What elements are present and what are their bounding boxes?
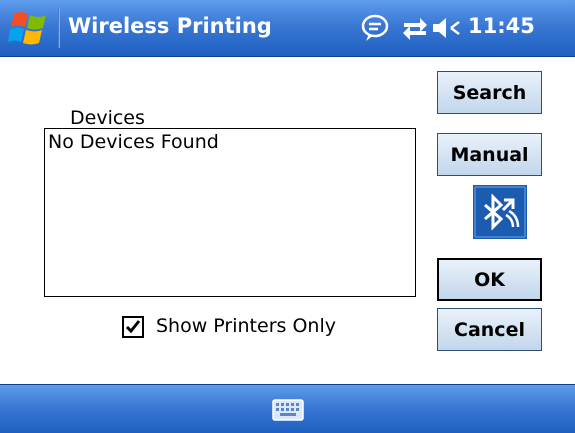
devices-label: Devices: [70, 107, 145, 129]
checkmark-icon: [125, 320, 141, 334]
title-separator: [58, 8, 60, 48]
ok-button[interactable]: OK: [437, 258, 542, 301]
connectivity-arrows-icon[interactable]: [400, 13, 430, 43]
clock[interactable]: 11:45: [468, 14, 535, 38]
bluetooth-icon[interactable]: [473, 185, 527, 239]
manual-button[interactable]: Manual: [437, 133, 542, 176]
search-button[interactable]: Search: [437, 71, 542, 114]
speech-bubble-icon[interactable]: [360, 13, 390, 43]
show-printers-only-label: Show Printers Only: [156, 315, 336, 337]
speaker-icon[interactable]: [430, 13, 462, 43]
devices-empty-message: No Devices Found: [48, 131, 219, 153]
cancel-button[interactable]: Cancel: [437, 308, 542, 351]
windows-flag-icon[interactable]: [8, 8, 52, 48]
devices-list[interactable]: No Devices Found: [44, 128, 416, 297]
title-bar: Wireless Printing 11:45: [0, 0, 575, 57]
window-title: Wireless Printing: [68, 14, 272, 38]
checkbox-box[interactable]: [122, 316, 144, 338]
keyboard-icon[interactable]: [272, 399, 304, 421]
bottom-menu-bar: [0, 384, 575, 433]
